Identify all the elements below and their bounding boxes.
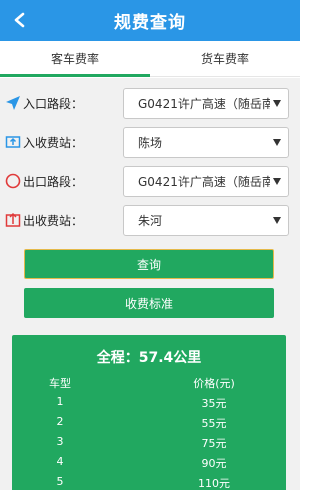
price-cell: 35元 [201, 397, 227, 410]
exit-circle-icon [4, 172, 22, 190]
table-row: 1 35元 [12, 395, 286, 415]
vehicle-type-cell: 4 [56, 455, 64, 468]
price-cell: 55元 [201, 417, 227, 430]
price-cell: 90元 [201, 457, 227, 470]
table-header: 车型 价格(元) [12, 375, 286, 395]
exit-road-row: 出口路段： G0421许广高速（随岳南段） [0, 161, 300, 201]
entry-station-icon [4, 133, 22, 151]
total-distance-label: 全程： [96, 350, 139, 366]
total-distance-value: 57.4公里 [138, 350, 202, 366]
table-row: 4 90元 [12, 455, 286, 475]
column-vehicle-type: 车型 [49, 377, 71, 390]
dropdown-arrow-icon [273, 177, 281, 185]
exit-station-value: 朱河 [138, 213, 163, 228]
vehicle-type-cell: 1 [56, 395, 64, 408]
entry-road-value: G0421许广高速（随岳南段） [138, 96, 270, 111]
vehicle-tabs: 客车费率 货车费率 [0, 41, 300, 77]
dropdown-arrow-icon [273, 216, 281, 224]
entry-road-select[interactable]: G0421许广高速（随岳南段） [123, 87, 289, 119]
exit-road-value: G0421许广高速（随岳南段） [138, 174, 270, 189]
dropdown-arrow-icon [273, 138, 281, 146]
actions-area: 查询 收费标准 全程：57.4公里 车型 价格(元) 1 35元 2 55元 3… [0, 240, 300, 490]
total-distance: 全程：57.4公里 [12, 347, 286, 367]
entry-station-select[interactable]: 陈场 [123, 126, 289, 158]
exit-road-select[interactable]: G0421许广高速（随岳南段） [123, 165, 289, 197]
table-row: 5 110元 [12, 475, 286, 490]
entry-road-row: 入口路段： G0421许广高速（随岳南段） [0, 83, 300, 123]
price-cell: 110元 [198, 477, 230, 490]
entry-station-value: 陈场 [138, 135, 163, 150]
result-panel: 全程：57.4公里 车型 价格(元) 1 35元 2 55元 3 75元 4 9… [12, 335, 286, 490]
price-cell: 75元 [201, 437, 227, 450]
dropdown-arrow-icon [273, 99, 281, 107]
vehicle-type-cell: 3 [56, 435, 64, 448]
column-price: 价格(元) [193, 377, 235, 390]
table-row: 3 75元 [12, 435, 286, 455]
tab-truck-rate[interactable]: 货车费率 [150, 41, 300, 76]
query-button[interactable]: 查询 [24, 249, 274, 279]
entry-station-label: 入收费站： [23, 135, 84, 150]
app-header: 规费查询 [0, 0, 300, 41]
exit-station-icon [4, 211, 22, 229]
exit-road-label: 出口路段： [23, 174, 84, 189]
page-title: 规费查询 [114, 13, 186, 33]
table-row: 2 55元 [12, 415, 286, 435]
exit-station-select[interactable]: 朱河 [123, 204, 289, 236]
vehicle-type-cell: 2 [56, 415, 64, 428]
navigation-arrow-icon [4, 94, 22, 112]
entry-road-label: 入口路段： [23, 96, 84, 111]
vehicle-type-cell: 5 [56, 475, 64, 488]
back-icon[interactable] [8, 8, 32, 32]
entry-station-row: 入收费站： 陈场 [0, 122, 300, 162]
exit-station-row: 出收费站： 朱河 [0, 200, 300, 240]
exit-station-label: 出收费站： [23, 213, 84, 228]
fee-standard-button[interactable]: 收费标准 [24, 288, 274, 318]
query-form: 入口路段： G0421许广高速（随岳南段） 入收费站： 陈场 出口路段： G04… [0, 78, 300, 240]
tab-passenger-rate[interactable]: 客车费率 [0, 41, 150, 77]
